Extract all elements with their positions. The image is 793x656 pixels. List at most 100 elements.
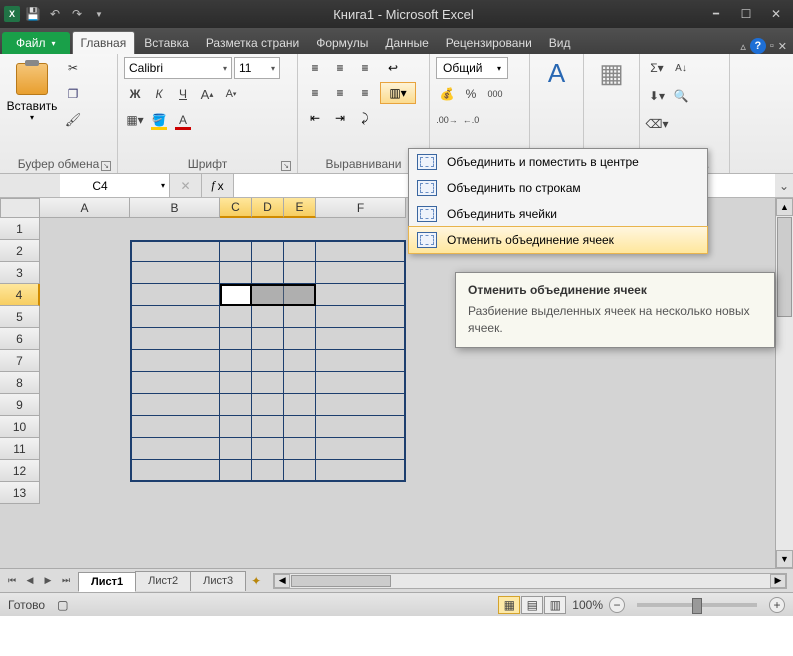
tab-review[interactable]: Рецензировани (438, 32, 540, 54)
tab-data[interactable]: Данные (377, 32, 436, 54)
format-painter-button[interactable] (62, 109, 84, 131)
help-icon[interactable]: ? (750, 38, 766, 54)
row-header-2[interactable]: 2 (0, 240, 40, 262)
cells-button[interactable]: ▦ (590, 57, 633, 89)
font-launcher[interactable]: ↘ (281, 161, 291, 171)
close-button[interactable] (763, 5, 789, 23)
row-header-6[interactable]: 6 (0, 328, 40, 350)
clear-button[interactable]: ⌫▾ (646, 113, 668, 135)
new-sheet-button[interactable]: ✦ (245, 574, 267, 588)
vertical-scroll-thumb[interactable] (777, 217, 792, 317)
save-icon[interactable]: 💾 (24, 5, 42, 23)
currency-button[interactable]: 💰 (436, 83, 458, 105)
last-sheet-button[interactable]: ⏭ (58, 573, 74, 589)
align-top-button[interactable]: ≡ (304, 57, 326, 79)
autosum-button[interactable]: Σ▾ (646, 57, 668, 79)
insert-function-button[interactable]: fx (202, 174, 234, 197)
vertical-scrollbar[interactable]: ▲ ▼ (775, 198, 793, 568)
name-box[interactable]: ▾ (60, 174, 170, 197)
row-header-7[interactable]: 7 (0, 350, 40, 372)
align-center-button[interactable]: ≡ (329, 82, 351, 104)
zoom-level[interactable]: 100% (572, 598, 603, 612)
font-size-select[interactable]: 11▾ (234, 57, 280, 79)
qat-dropdown-icon[interactable]: ▼ (90, 5, 108, 23)
horizontal-scrollbar[interactable]: ◀ ▶ (273, 573, 787, 589)
comma-button[interactable]: 000 (484, 83, 506, 105)
scroll-left-button[interactable]: ◀ (274, 574, 290, 588)
decrease-indent-button[interactable]: ⇤ (304, 107, 326, 129)
column-header-A[interactable]: A (40, 198, 130, 218)
row-header-8[interactable]: 8 (0, 372, 40, 394)
copy-button[interactable] (62, 83, 84, 105)
increase-indent-button[interactable]: ⇥ (329, 107, 351, 129)
underline-button[interactable]: Ч (172, 83, 194, 105)
maximize-button[interactable] (733, 5, 759, 23)
row-header-5[interactable]: 5 (0, 306, 40, 328)
wrap-text-button[interactable]: ↩ (380, 57, 406, 79)
zoom-slider[interactable] (637, 603, 757, 607)
sheet-tab-3[interactable]: Лист3 (190, 571, 246, 591)
row-header-3[interactable]: 3 (0, 262, 40, 284)
name-box-input[interactable] (60, 179, 140, 193)
zoom-out-button[interactable]: − (609, 597, 625, 613)
row-header-1[interactable]: 1 (0, 218, 40, 240)
prev-sheet-button[interactable]: ◀ (22, 573, 38, 589)
undo-icon[interactable]: ↶ (46, 5, 64, 23)
row-header-9[interactable]: 9 (0, 394, 40, 416)
window-close-icon[interactable]: ✕ (778, 40, 787, 53)
name-box-dropdown-icon[interactable]: ▾ (161, 181, 165, 190)
merge-center-button[interactable]: ▥▾ (380, 82, 416, 104)
clipboard-launcher[interactable]: ↘ (101, 161, 111, 171)
borders-button[interactable]: ▦▾ (124, 109, 146, 131)
column-header-E[interactable]: E (284, 198, 316, 218)
tab-formulas[interactable]: Формулы (308, 32, 376, 54)
align-middle-button[interactable]: ≡ (329, 57, 351, 79)
scroll-down-button[interactable]: ▼ (776, 550, 793, 568)
bold-button[interactable]: Ж (124, 83, 146, 105)
font-name-select[interactable]: Calibri▾ (124, 57, 232, 79)
find-button[interactable]: 🔍 (670, 85, 692, 107)
increase-decimal-button[interactable]: .00→ (436, 109, 458, 131)
decrease-decimal-button[interactable]: ←.0 (460, 109, 482, 131)
merge-center-item[interactable]: Объединить и поместить в центре (409, 149, 707, 175)
unmerge-cells-item[interactable]: Отменить объединение ячеек (408, 226, 708, 254)
sheet-tab-1[interactable]: Лист1 (78, 572, 136, 592)
zoom-in-button[interactable]: + (769, 597, 785, 613)
file-tab[interactable]: Файл▾ (2, 32, 70, 54)
align-bottom-button[interactable]: ≡ (354, 57, 376, 79)
align-right-button[interactable]: ≡ (354, 82, 376, 104)
select-all-button[interactable] (0, 198, 40, 218)
horizontal-scroll-thumb[interactable] (291, 575, 391, 587)
row-header-13[interactable]: 13 (0, 482, 40, 504)
tab-view[interactable]: Вид (541, 32, 579, 54)
merge-across-item[interactable]: Объединить по строкам (409, 175, 707, 201)
scroll-right-button[interactable]: ▶ (770, 574, 786, 588)
sheet-tab-2[interactable]: Лист2 (135, 571, 191, 591)
row-header-11[interactable]: 11 (0, 438, 40, 460)
column-header-C[interactable]: C (220, 198, 252, 218)
cancel-formula-button[interactable]: ✕ (170, 174, 202, 197)
orientation-button[interactable]: ⤸ (354, 107, 376, 129)
column-header-F[interactable]: F (316, 198, 406, 218)
tab-home[interactable]: Главная (72, 31, 136, 54)
cut-button[interactable] (62, 57, 84, 79)
paste-button[interactable]: Вставить ▾ (6, 57, 58, 124)
merge-cells-item[interactable]: Объединить ячейки (409, 201, 707, 227)
expand-formula-bar-icon[interactable]: ⌄ (775, 179, 793, 193)
normal-view-button[interactable]: ▦ (498, 596, 520, 614)
redo-icon[interactable]: ↷ (68, 5, 86, 23)
shrink-font-button[interactable]: A▾ (220, 83, 242, 105)
tab-layout[interactable]: Разметка страни (198, 32, 307, 54)
column-header-B[interactable]: B (130, 198, 220, 218)
window-restore-icon[interactable]: ▫ (770, 40, 774, 52)
page-break-view-button[interactable]: ▥ (544, 596, 566, 614)
tab-insert[interactable]: Вставка (136, 32, 197, 54)
font-color-button[interactable]: A (172, 109, 194, 131)
row-header-10[interactable]: 10 (0, 416, 40, 438)
page-layout-view-button[interactable]: ▤ (521, 596, 543, 614)
scroll-up-button[interactable]: ▲ (776, 198, 793, 216)
align-left-button[interactable]: ≡ (304, 82, 326, 104)
minimize-button[interactable] (703, 5, 729, 23)
percent-button[interactable]: % (460, 83, 482, 105)
cells-area[interactable] (40, 218, 740, 568)
